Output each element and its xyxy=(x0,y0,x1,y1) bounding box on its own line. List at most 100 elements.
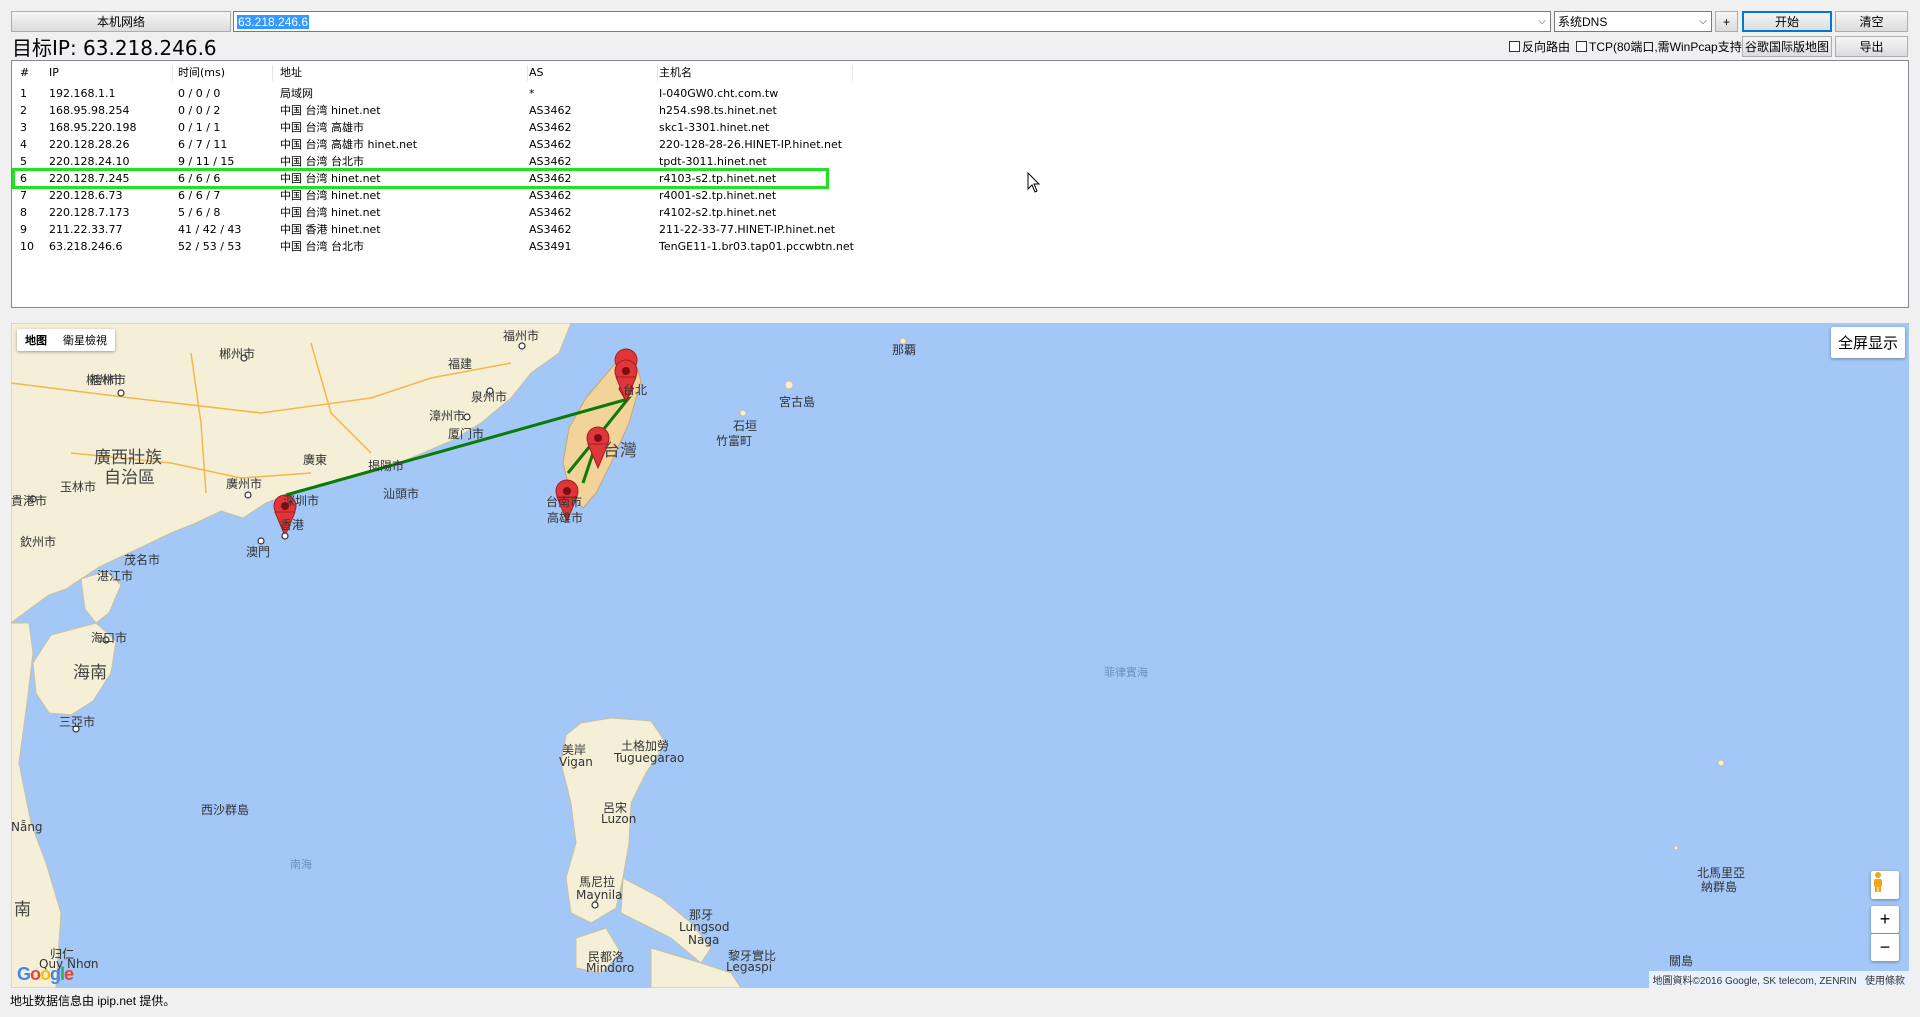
terms-link[interactable]: 使用條款 xyxy=(1865,976,1905,987)
map-label: 關島 xyxy=(1669,954,1694,968)
map-label: 台北 xyxy=(623,383,648,397)
map-label: 海南 xyxy=(73,663,107,683)
table-row[interactable]: 4 220.128.28.26 6 / 7 / 11 中国 台湾 高雄市 hinet.… xyxy=(12,136,1908,153)
hop-address: 中国 台湾 高雄市 xyxy=(280,121,364,134)
hop-hostname: I-040GW0.cht.com.tw xyxy=(659,87,779,100)
map-label: 澳門 xyxy=(246,545,271,559)
map-label: Nẵng xyxy=(11,820,43,834)
hop-index: 6 xyxy=(20,172,27,185)
target-input[interactable]: 63.218.246.6 xyxy=(234,14,1534,29)
map-attribution: 地圖資料©2016 Google, SK telecom, ZENRIN 使用條… xyxy=(1648,971,1909,988)
tcp-label: TCP(80端口,需WinPcap支持) xyxy=(1589,40,1746,54)
map-label: 南 xyxy=(14,900,31,920)
map-label: Luzon xyxy=(601,812,637,826)
hop-index: 2 xyxy=(20,104,27,117)
local-network-button[interactable]: 本机网络 xyxy=(11,11,231,32)
tcp-checkbox[interactable]: TCP(80端口,需WinPcap支持) xyxy=(1576,38,1746,55)
map-label: Tuguegarao xyxy=(614,751,685,765)
hop-as: * xyxy=(529,87,535,100)
col-header-hostname[interactable]: 主机名 xyxy=(659,61,692,85)
map-label: 汕頭市 xyxy=(383,487,420,501)
hop-time: 6 / 7 / 11 xyxy=(178,138,228,151)
map-label: 湛江市 xyxy=(97,569,134,583)
target-combobox[interactable]: 63.218.246.6 ⌵ xyxy=(233,11,1551,32)
route-map[interactable]: 福州市 郴州市 福建 泉州市 桂林市 漳州市 厦门市 廣西壯族 自治區 廣東 揭… xyxy=(11,323,1909,988)
hop-time: 6 / 6 / 7 xyxy=(178,189,221,202)
map-canvas[interactable] xyxy=(11,323,1909,988)
add-dns-button[interactable]: + xyxy=(1715,11,1738,32)
map-label: 茂名市 xyxy=(124,553,161,567)
checkbox-box[interactable] xyxy=(1576,41,1587,52)
table-row[interactable]: 9 211.22.33.77 41 / 42 / 43 中国 香港 hinet.net… xyxy=(12,221,1908,238)
hop-address: 中国 台湾 hinet.net xyxy=(280,172,381,185)
map-label: 厦门市 xyxy=(448,427,485,441)
col-header-address[interactable]: 地址 xyxy=(280,61,302,85)
export-button[interactable]: 导出 xyxy=(1835,36,1908,57)
hop-hostname: skc1-3301.hinet.net xyxy=(659,121,770,134)
map-label: 深圳市 xyxy=(283,494,320,508)
table-row[interactable]: 7 220.128.6.73 6 / 6 / 7 中国 台湾 hinet.net AS3… xyxy=(12,187,1908,204)
hop-as: AS3462 xyxy=(529,138,572,151)
checkbox-box[interactable] xyxy=(1509,41,1520,52)
zoom-out-button[interactable]: − xyxy=(1871,934,1899,961)
hop-time: 5 / 6 / 8 xyxy=(178,206,221,219)
col-header-ip[interactable]: IP xyxy=(49,61,59,85)
map-label: 柳州市 xyxy=(86,373,123,387)
start-button[interactable]: 开始 xyxy=(1742,11,1832,32)
hop-ip: 220.128.24.10 xyxy=(49,155,130,168)
google-logo: Google xyxy=(17,964,74,984)
map-label: 福州市 xyxy=(503,329,540,343)
map-type-roadmap[interactable]: 地图 xyxy=(17,329,55,351)
hop-as: AS3491 xyxy=(529,240,572,253)
map-label: Lungsod xyxy=(679,920,730,934)
hop-index: 10 xyxy=(20,240,34,253)
reverse-route-checkbox[interactable]: 反向路由 xyxy=(1509,38,1570,55)
hop-ip: 220.128.6.73 xyxy=(49,189,123,202)
hop-index: 4 xyxy=(20,138,27,151)
hop-address: 中国 台湾 台北市 xyxy=(280,155,364,168)
hop-hostname: 211-22-33-77.HINET-IP.hinet.net xyxy=(659,223,836,236)
map-type-control[interactable]: 地图 衛星檢視 xyxy=(17,329,115,351)
google-intl-map-button[interactable]: 谷歌国际版地图 xyxy=(1742,36,1832,57)
hop-ip: 192.168.1.1 xyxy=(49,87,116,100)
hop-index: 8 xyxy=(20,206,27,219)
footer-note: 地址数据信息由 ipip.net 提供。 xyxy=(10,994,176,1008)
table-row[interactable]: 8 220.128.7.173 5 / 6 / 8 中国 台湾 hinet.net AS… xyxy=(12,204,1908,221)
fullscreen-button[interactable]: 全屏显示 xyxy=(1830,327,1905,358)
zoom-in-button[interactable]: + xyxy=(1871,906,1899,933)
table-row[interactable]: 2 168.95.98.254 0 / 0 / 2 中国 台湾 hinet.net AS… xyxy=(12,102,1908,119)
target-ip-title: 目标IP: 63.218.246.6 xyxy=(12,36,217,60)
attribution-text: 地圖資料©2016 Google, SK telecom, ZENRIN xyxy=(1652,976,1857,987)
pegman-icon[interactable] xyxy=(1871,871,1899,899)
table-row[interactable]: 6 220.128.7.245 6 / 6 / 6 中国 台湾 hinet.net AS… xyxy=(12,170,1908,187)
table-row[interactable]: 10 63.218.246.6 52 / 53 / 53 中国 台湾 台北市 AS349… xyxy=(12,238,1908,255)
dns-value: 系统DNS xyxy=(1558,15,1608,29)
clear-button[interactable]: 清空 xyxy=(1835,11,1908,32)
map-label: 三亞市 xyxy=(59,715,96,729)
hop-table[interactable]: # IP 时间(ms) 地址 AS 主机名 1 192.168.1.1 0 / 0 … xyxy=(11,60,1909,308)
hop-address: 局域网 xyxy=(280,87,313,100)
hop-as: AS3462 xyxy=(529,104,572,117)
map-label: 竹富町 xyxy=(716,434,753,448)
hop-time: 0 / 1 / 1 xyxy=(178,121,221,134)
hop-time: 41 / 42 / 43 xyxy=(178,223,242,236)
chevron-down-icon[interactable]: ⌵ xyxy=(1695,12,1711,31)
map-label: 归仁 xyxy=(50,947,75,961)
table-row[interactable]: 1 192.168.1.1 0 / 0 / 0 局域网 * I-040GW0.cht.co… xyxy=(12,85,1908,102)
chevron-down-icon[interactable]: ⌵ xyxy=(1534,12,1550,31)
col-header-as[interactable]: AS xyxy=(529,61,544,85)
dns-select[interactable]: 系统DNS ⌵ xyxy=(1554,11,1712,32)
hop-hostname: tpdt-3011.hinet.net xyxy=(659,155,767,168)
hop-as: AS3462 xyxy=(529,121,572,134)
map-label: Legaspi xyxy=(726,960,773,974)
hop-hostname: TenGE11-1.br03.tap01.pccwbtn.net xyxy=(659,240,854,253)
map-label: 揭陽市 xyxy=(368,459,405,473)
hop-ip: 211.22.33.77 xyxy=(49,223,123,236)
hop-index: 7 xyxy=(20,189,27,202)
col-header-time[interactable]: 时间(ms) xyxy=(178,61,225,85)
hop-as: AS3462 xyxy=(529,189,572,202)
col-header-index[interactable]: # xyxy=(20,61,29,85)
table-row[interactable]: 5 220.128.24.10 9 / 11 / 15 中国 台湾 台北市 AS3462… xyxy=(12,153,1908,170)
map-type-satellite[interactable]: 衛星檢視 xyxy=(55,329,115,351)
table-row[interactable]: 3 168.95.220.198 0 / 1 / 1 中国 台湾 高雄市 AS3462 s… xyxy=(12,119,1908,136)
